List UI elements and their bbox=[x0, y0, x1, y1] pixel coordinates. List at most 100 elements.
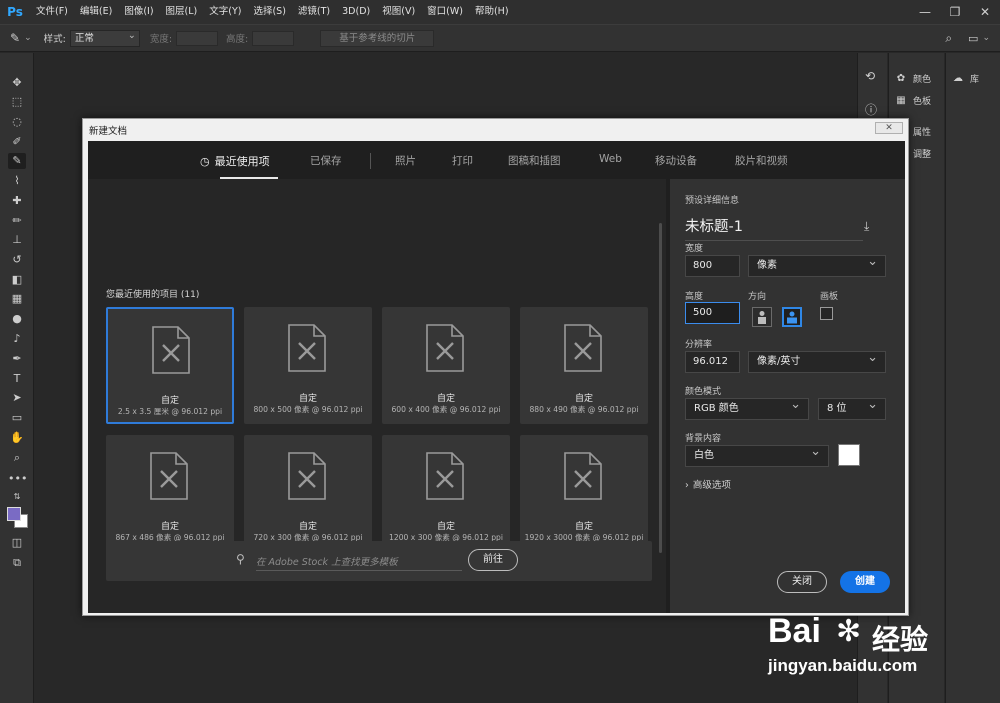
menu-filter[interactable]: 滤镜(T) bbox=[292, 0, 336, 24]
menu-window[interactable]: 窗口(W) bbox=[421, 0, 469, 24]
resolution-unit-select[interactable]: 像素/英寸 bbox=[748, 348, 886, 373]
more-tools-icon[interactable]: ••• bbox=[8, 471, 27, 487]
menu-layer[interactable]: 图层(L) bbox=[160, 0, 204, 24]
stock-search-input[interactable]: 在 Adobe Stock 上查找更多模板 bbox=[256, 554, 462, 571]
width-input[interactable] bbox=[176, 30, 219, 46]
quick-select-tool-icon[interactable]: ✐ bbox=[8, 134, 26, 150]
menu-3d[interactable]: 3D(D) bbox=[336, 0, 376, 24]
libraries-panel-tab[interactable]: ☁ 库 bbox=[950, 68, 979, 88]
swatches-panel-tab[interactable]: ▦ 色板 bbox=[893, 90, 931, 110]
resolution-input[interactable]: 96.012 bbox=[685, 351, 740, 373]
tab-web[interactable]: Web bbox=[599, 153, 622, 165]
tab-recent[interactable]: ◷ 最近使用项 bbox=[200, 153, 270, 169]
save-preset-icon[interactable]: ⤓ bbox=[864, 219, 869, 234]
bit-depth-select[interactable]: 8 位 bbox=[818, 395, 886, 420]
brush-tool-icon[interactable]: ✏ bbox=[8, 213, 26, 229]
menu-select[interactable]: 选择(S) bbox=[247, 0, 291, 24]
eraser-tool-icon[interactable]: ◧ bbox=[8, 272, 26, 288]
preset-details-label: 预设详细信息 bbox=[685, 196, 740, 206]
watermark-brand: Bai bbox=[768, 612, 821, 650]
move-tool-icon[interactable]: ✥ bbox=[8, 75, 26, 91]
options-bar: ✎ ⌄ 样式: 正常 宽度: 高度: 基于参考线的切片 ⌕ ▭ ⌄ bbox=[0, 24, 1000, 52]
height-input[interactable] bbox=[252, 30, 295, 46]
rectangle-tool-icon[interactable]: ▭ bbox=[8, 410, 26, 426]
workspace-chevron-icon[interactable]: ⌄ bbox=[982, 33, 990, 43]
recent-item-card[interactable]: 自定 720 x 300 像素 @ 96.012 ppi bbox=[244, 435, 372, 552]
tool-preset-chevron-icon[interactable]: ⌄ bbox=[24, 33, 32, 43]
color-mode-select[interactable]: RGB 颜色 bbox=[685, 395, 809, 420]
dialog-title: 新建文档 bbox=[89, 126, 128, 137]
dialog-close-button[interactable]: ✕ bbox=[875, 122, 903, 134]
search-icon: ⚲ bbox=[236, 552, 245, 566]
recent-item-card[interactable]: 自定 867 x 486 像素 @ 96.012 ppi bbox=[106, 435, 234, 552]
tab-print[interactable]: 打印 bbox=[452, 153, 473, 168]
width-unit-select[interactable]: 像素 bbox=[748, 252, 886, 277]
type-tool-icon[interactable]: T bbox=[8, 371, 26, 387]
card-name: 自定 bbox=[574, 522, 593, 532]
tab-mobile[interactable]: 移动设备 bbox=[655, 153, 697, 168]
landscape-button[interactable] bbox=[782, 307, 802, 327]
color-panel-tab[interactable]: ✿ 颜色 bbox=[893, 68, 931, 88]
menu-edit[interactable]: 编辑(E) bbox=[74, 0, 118, 24]
menu-help[interactable]: 帮助(H) bbox=[469, 0, 515, 24]
screen-mode-icon[interactable]: ⧉ bbox=[8, 555, 26, 571]
blur-tool-icon[interactable]: ● bbox=[8, 311, 26, 327]
document-icon bbox=[288, 324, 326, 372]
width-input[interactable]: 800 bbox=[685, 255, 740, 277]
menu-file[interactable]: 文件(F) bbox=[30, 0, 74, 24]
recent-item-card[interactable]: 自定 1920 x 3000 像素 @ 96.012 ppi bbox=[520, 435, 648, 552]
advanced-options-toggle[interactable]: › 高级选项 bbox=[685, 477, 731, 491]
workspace-icon[interactable]: ▭ bbox=[968, 32, 978, 45]
swap-colors-icon[interactable]: ⇅ bbox=[8, 489, 26, 505]
path-select-tool-icon[interactable]: ➤ bbox=[8, 390, 26, 406]
marquee-tool-icon[interactable]: ⬚ bbox=[8, 94, 26, 110]
recent-item-card[interactable]: 自定 2.5 x 3.5 厘米 @ 96.012 ppi bbox=[106, 307, 234, 424]
height-input[interactable]: 500 bbox=[685, 302, 740, 324]
recent-item-card[interactable]: 自定 1200 x 300 像素 @ 96.012 ppi bbox=[382, 435, 510, 552]
menu-image[interactable]: 图像(I) bbox=[118, 0, 159, 24]
healing-brush-tool-icon[interactable]: ✚ bbox=[8, 193, 26, 209]
search-icon[interactable]: ⌕ bbox=[945, 31, 952, 46]
menu-view[interactable]: 视图(V) bbox=[376, 0, 421, 24]
artboard-checkbox[interactable] bbox=[820, 307, 833, 320]
create-button[interactable]: 创建 bbox=[840, 571, 890, 593]
restore-button[interactable]: ❐ bbox=[940, 0, 970, 24]
slices-from-guides-button[interactable]: 基于参考线的切片 bbox=[320, 29, 435, 47]
document-icon bbox=[150, 452, 188, 500]
scrollbar[interactable] bbox=[659, 223, 662, 553]
history-panel-icon[interactable]: ⟲ bbox=[865, 69, 875, 83]
slice-tool-icon[interactable]: ✎ bbox=[8, 153, 26, 169]
orientation-label: 方向 bbox=[748, 292, 767, 302]
style-select[interactable]: 正常 bbox=[69, 28, 140, 47]
background-select[interactable]: 白色 bbox=[685, 442, 829, 467]
menu-type[interactable]: 文字(Y) bbox=[203, 0, 247, 24]
hand-tool-icon[interactable]: ✋ bbox=[8, 430, 26, 446]
gradient-tool-icon[interactable]: ▦ bbox=[8, 291, 26, 307]
recent-item-card[interactable]: 自定 600 x 400 像素 @ 96.012 ppi bbox=[382, 307, 510, 424]
tab-film-video[interactable]: 胶片和视频 bbox=[735, 153, 788, 168]
close-button[interactable]: 关闭 bbox=[777, 571, 827, 593]
background-color-swatch[interactable] bbox=[838, 444, 860, 466]
clone-stamp-tool-icon[interactable]: ⊥ bbox=[8, 232, 26, 248]
quick-mask-icon[interactable]: ◫ bbox=[8, 535, 26, 551]
eyedropper-tool-icon[interactable]: ⌇ bbox=[8, 173, 26, 189]
foreground-color-swatch[interactable] bbox=[7, 507, 21, 521]
recent-item-card[interactable]: 自定 880 x 490 像素 @ 96.012 ppi bbox=[520, 307, 648, 424]
dodge-tool-icon[interactable]: ♪ bbox=[8, 331, 26, 347]
chevron-right-icon: › bbox=[685, 480, 689, 491]
tab-saved[interactable]: 已保存 bbox=[310, 153, 342, 168]
tab-art-illustration[interactable]: 图稿和插图 bbox=[508, 153, 561, 168]
close-window-button[interactable]: ✕ bbox=[970, 0, 1000, 24]
portrait-button[interactable] bbox=[752, 307, 772, 327]
history-brush-tool-icon[interactable]: ↺ bbox=[8, 252, 26, 268]
info-panel-icon[interactable]: ⓘ bbox=[865, 101, 877, 118]
recent-item-card[interactable]: 自定 800 x 500 像素 @ 96.012 ppi bbox=[244, 307, 372, 424]
document-name-input[interactable]: 未标题-1 bbox=[685, 215, 863, 241]
zoom-tool-icon[interactable]: ⌕ bbox=[8, 450, 26, 466]
slice-tool-icon[interactable]: ✎ bbox=[10, 31, 20, 45]
minimize-button[interactable]: — bbox=[910, 0, 940, 24]
pen-tool-icon[interactable]: ✒ bbox=[8, 351, 26, 367]
lasso-tool-icon[interactable]: ◌ bbox=[8, 114, 26, 130]
tab-photo[interactable]: 照片 bbox=[395, 153, 416, 168]
stock-go-button[interactable]: 前往 bbox=[468, 549, 518, 571]
